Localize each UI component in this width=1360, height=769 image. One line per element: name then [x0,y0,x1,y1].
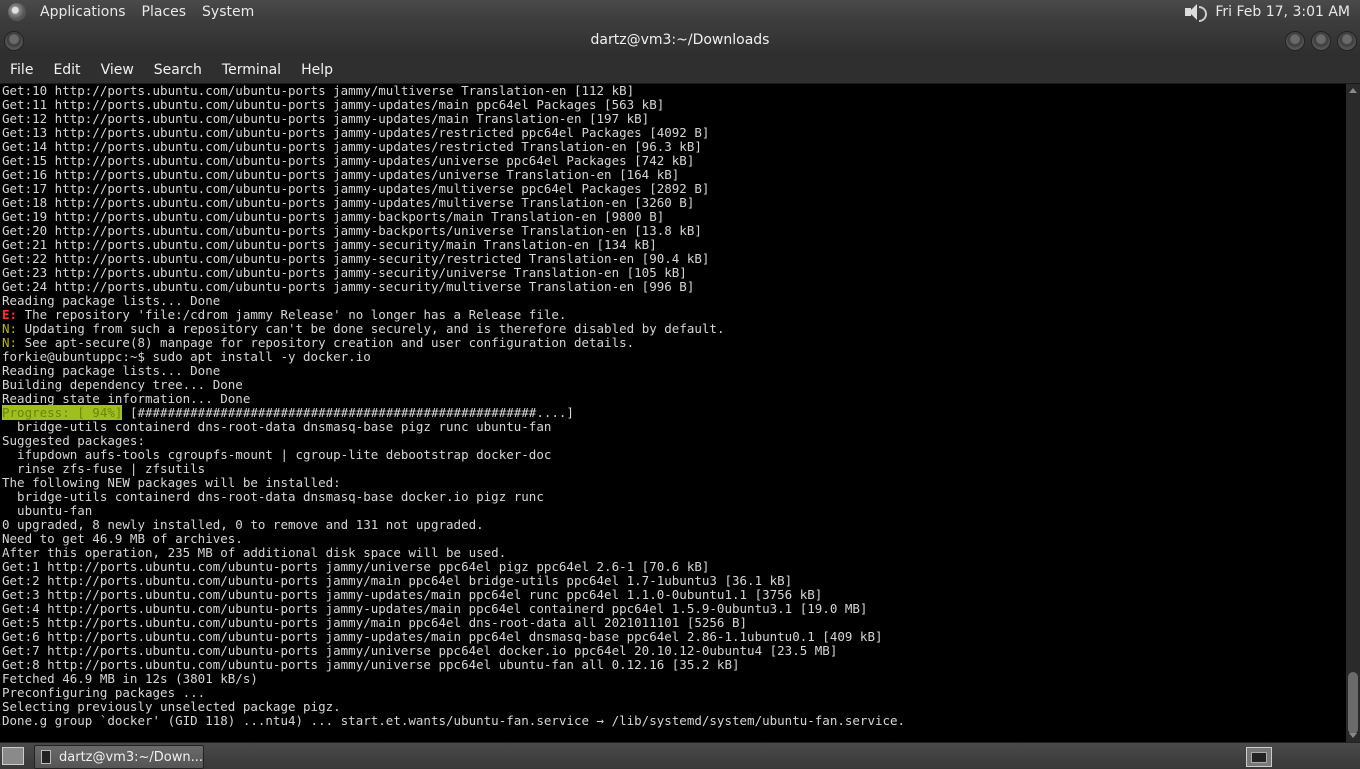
terminal-line: bridge-utils containerd dns-root-data dn… [2,419,552,434]
applications-menu[interactable]: Applications [32,4,134,20]
terminal-line-tag: Progress: [ 94%] [2,405,123,420]
window-titlebar[interactable]: dartz@vm3:~/Downloads [0,24,1360,56]
terminal-line: Get:5 http://ports.ubuntu.com/ubuntu-por… [2,615,748,630]
scroll-down-arrow-icon[interactable] [1349,733,1357,738]
terminal-line-text: The repository 'file:/cdrom jammy Releas… [17,307,567,322]
terminal-line: After this operation, 235 MB of addition… [2,545,507,560]
terminal-line: Get:1 http://ports.ubuntu.com/ubuntu-por… [2,559,710,574]
menu-edit[interactable]: Edit [43,62,90,78]
terminal-line: 0 upgraded, 8 newly installed, 0 to remo… [2,517,484,532]
close-button[interactable] [1337,31,1357,51]
menu-terminal[interactable]: Terminal [212,62,291,78]
terminal-line: Reading package lists... Done [2,293,221,308]
terminal-line: Building dependency tree... Done [2,377,243,392]
menu-search[interactable]: Search [144,62,212,78]
terminal-line: Fetched 46.9 MB in 12s (3801 kB/s) [2,671,258,686]
panel-tray: Fri Feb 17, 3:01 AM [1185,3,1360,22]
terminal-line: Done.g group `docker' (GID 118) ...ntu4)… [2,713,906,728]
terminal-line: Get:13 http://ports.ubuntu.com/ubuntu-po… [2,125,710,140]
terminal-line: Preconfiguring packages ... [2,685,206,700]
terminal-line: bridge-utils containerd dns-root-data dn… [2,489,544,504]
terminal-line: Get:10 http://ports.ubuntu.com/ubuntu-po… [2,84,635,98]
places-menu[interactable]: Places [134,4,195,20]
terminal-line: Get:24 http://ports.ubuntu.com/ubuntu-po… [2,279,695,294]
terminal-line: rinse zfs-fuse | zfsutils [2,461,206,476]
terminal-line: Get:7 http://ports.ubuntu.com/ubuntu-por… [2,643,838,658]
terminal-scrollbar[interactable] [1346,84,1360,742]
maximize-button[interactable] [1311,31,1331,51]
terminal-line-text: [#######################################… [122,405,574,420]
terminal-line: Get:14 http://ports.ubuntu.com/ubuntu-po… [2,139,702,154]
terminal-line: forkie@ubuntuppc:~$ sudo apt install -y … [2,349,371,364]
terminal-line: Get:23 http://ports.ubuntu.com/ubuntu-po… [2,265,687,280]
terminal-line: N: See apt-secure(8) manpage for reposit… [2,336,1346,350]
clock[interactable]: Fri Feb 17, 3:01 AM [1215,4,1350,20]
terminal-line: Get:3 http://ports.ubuntu.com/ubuntu-por… [2,587,823,602]
terminal-line: N: Updating from such a repository can't… [2,322,1346,336]
scrollbar-thumb[interactable] [1348,672,1358,734]
terminal-icon [41,750,51,764]
menu-help[interactable]: Help [291,62,343,78]
menu-file[interactable]: File [0,62,43,78]
terminal-line: Need to get 46.9 MB of archives. [2,531,243,546]
terminal-line-text: See apt-secure(8) manpage for repository… [17,335,635,350]
terminal-line: Get:19 http://ports.ubuntu.com/ubuntu-po… [2,209,665,224]
terminal-line: Get:21 http://ports.ubuntu.com/ubuntu-po… [2,237,657,252]
terminal-line: Get:18 http://ports.ubuntu.com/ubuntu-po… [2,195,695,210]
system-menu[interactable]: System [194,4,262,20]
terminal-line: The following NEW packages will be insta… [2,475,341,490]
terminal-line: Reading state information... Done [2,391,251,406]
workspace-switcher-icon[interactable] [1246,747,1272,767]
terminal-line-tag: N: [2,321,18,336]
terminal-line: Get:2 http://ports.ubuntu.com/ubuntu-por… [2,573,793,588]
terminal-line: Get:15 http://ports.ubuntu.com/ubuntu-po… [2,153,695,168]
terminal-line: E: The repository 'file:/cdrom jammy Rel… [2,308,1346,322]
taskbar-terminal-button[interactable]: dartz@vm3:~/Down... [34,745,204,769]
terminal-line: Get:17 http://ports.ubuntu.com/ubuntu-po… [2,181,710,196]
top-panel: Applications Places System Fri Feb 17, 3… [0,0,1360,24]
terminal-line-tag: E: [2,307,18,322]
speaker-icon[interactable] [1185,3,1208,22]
terminal-line: Get:6 http://ports.ubuntu.com/ubuntu-por… [2,629,883,644]
terminal-lines: Get:10 http://ports.ubuntu.com/ubuntu-po… [0,84,1346,728]
terminal-line: Get:4 http://ports.ubuntu.com/ubuntu-por… [2,601,868,616]
distro-logo-icon[interactable] [8,3,26,21]
terminal-line-tag: N: [2,335,18,350]
terminal-line: Progress: [ 94%] [######################… [2,405,1346,420]
terminal-line: Get:16 http://ports.ubuntu.com/ubuntu-po… [2,167,680,182]
menubar: File Edit View Search Terminal Help [0,56,1360,84]
terminal-line: Get:20 http://ports.ubuntu.com/ubuntu-po… [2,223,702,238]
show-desktop-icon[interactable] [2,747,24,765]
menu-view[interactable]: View [91,62,144,78]
terminal-line: ifupdown aufs-tools cgroupfs-mount | cgr… [2,447,552,462]
terminal-line: Selecting previously unselected package … [2,699,341,714]
terminal-line: Get:12 http://ports.ubuntu.com/ubuntu-po… [2,111,650,126]
terminal-output[interactable]: Get:10 http://ports.ubuntu.com/ubuntu-po… [0,84,1346,742]
bottom-panel: dartz@vm3:~/Down... [0,742,1360,769]
minimize-button[interactable] [1285,31,1305,51]
terminal-line: Get:11 http://ports.ubuntu.com/ubuntu-po… [2,97,665,112]
terminal-line: Suggested packages: [2,433,145,448]
window-menu-button[interactable] [4,31,24,51]
terminal-line: ubuntu-fan [2,503,93,518]
terminal-line-text: Updating from such a repository can't be… [17,321,725,336]
window-title: dartz@vm3:~/Downloads [590,32,770,48]
terminal-line: Reading package lists... Done [2,363,221,378]
taskbar-task-label: dartz@vm3:~/Down... [59,749,203,765]
terminal-line: Get:22 http://ports.ubuntu.com/ubuntu-po… [2,251,710,266]
scroll-up-arrow-icon[interactable] [1349,88,1357,93]
terminal-line: Get:8 http://ports.ubuntu.com/ubuntu-por… [2,657,740,672]
